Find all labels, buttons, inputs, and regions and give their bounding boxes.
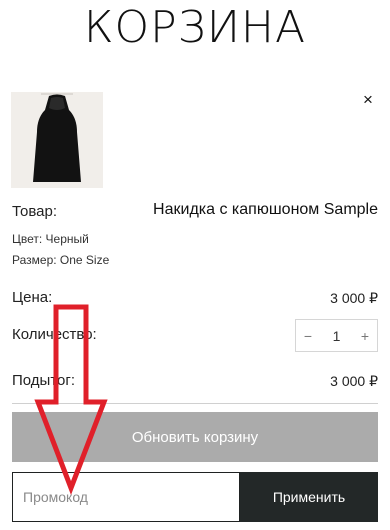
quantity-stepper[interactable]: − 1 + [295, 319, 378, 352]
subtotal-value: 3 000 ₽ [330, 373, 378, 389]
cape-image [11, 92, 103, 188]
promo-code-input[interactable] [12, 472, 240, 522]
product-color: Цвет: Черный [12, 232, 89, 246]
price-label: Цена: [12, 289, 53, 306]
apply-promo-button[interactable]: Применить [240, 472, 378, 522]
divider [12, 403, 378, 404]
decrease-quantity-button[interactable]: − [296, 328, 320, 344]
product-label: Товар: [12, 203, 57, 220]
quantity-label: Количество: [12, 326, 97, 343]
product-image[interactable] [11, 92, 103, 188]
quantity-value[interactable]: 1 [320, 328, 353, 344]
remove-item-icon[interactable]: × [358, 90, 378, 110]
price-value: 3 000 ₽ [330, 290, 378, 306]
page-title: КОРЗИНА [83, 2, 307, 53]
increase-quantity-button[interactable]: + [353, 328, 377, 344]
product-name[interactable]: Накидка с капюшоном Sample [153, 201, 378, 219]
subtotal-label: Подытог: [12, 372, 76, 389]
product-size: Размер: One Size [12, 253, 110, 267]
update-cart-button[interactable]: Обновить корзину [12, 412, 378, 462]
